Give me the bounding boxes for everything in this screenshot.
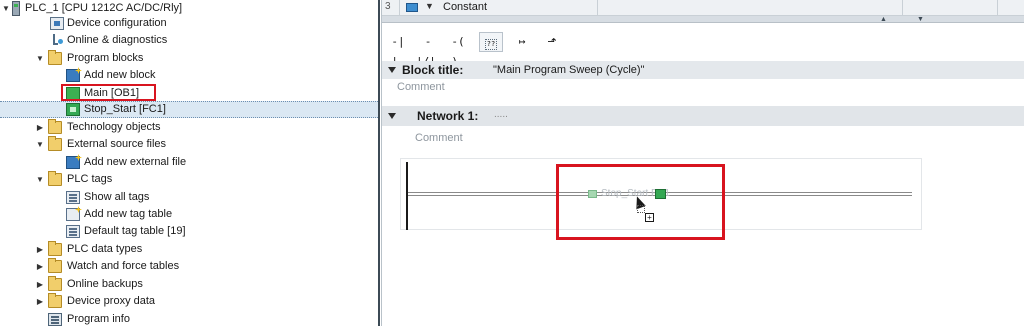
- tree-item-online-diagnostics[interactable]: Online & diagnostics: [0, 32, 378, 49]
- power-rail: [406, 162, 408, 230]
- tree-item-watch-force-tables[interactable]: ▶ Watch and force tables: [0, 258, 378, 275]
- tree-item-device-proxy-data[interactable]: ▶ Device proxy data: [0, 293, 378, 310]
- column-divider: [997, 0, 998, 16]
- pane-divider[interactable]: [378, 0, 380, 326]
- normally-closed-contact-button[interactable]: -|/|-: [416, 32, 443, 68]
- splitter-arrow-icon[interactable]: ▼: [917, 16, 924, 23]
- interface-section-label: Constant: [443, 1, 488, 13]
- interface-section-icon: [406, 3, 418, 12]
- collapse-triangle-icon[interactable]: [388, 67, 396, 73]
- tree-item-label: PLC data types: [67, 243, 143, 255]
- project-tree: ▼ PLC_1 [CPU 1212C AC/DC/Rly] Device con…: [0, 0, 378, 326]
- collapse-triangle-icon[interactable]: ▼: [35, 171, 45, 188]
- plc-icon: [12, 1, 20, 16]
- device-config-icon: [50, 17, 64, 30]
- expand-triangle-icon[interactable]: ▶: [35, 241, 45, 258]
- tree-item-label: Stop_Start [FC1]: [84, 103, 166, 115]
- empty-box-icon: ??: [484, 39, 498, 50]
- tree-item-external-source-files[interactable]: ▼ External source files: [0, 136, 378, 153]
- network-label: Network 1:: [417, 109, 479, 123]
- column-divider: [902, 0, 903, 16]
- ladder-toolbar: -| |- -|/|- -( )- ?? ↦ ⬏: [382, 23, 1024, 68]
- open-branch-button[interactable]: ↦: [510, 32, 534, 52]
- drag-copy-plus-icon: +: [645, 213, 654, 222]
- empty-box-button[interactable]: ??: [479, 32, 503, 52]
- expand-triangle-icon[interactable]: ▶: [35, 258, 45, 275]
- tree-item-label: Default tag table [19]: [84, 225, 186, 237]
- tree-item-main-ob1[interactable]: Main [OB1]: [0, 85, 378, 102]
- expand-dropdown-icon[interactable]: ▼: [425, 1, 434, 11]
- tree-item-program-blocks[interactable]: ▼ Program blocks: [0, 50, 378, 67]
- tree-item-plc-data-types[interactable]: ▶ PLC data types: [0, 241, 378, 258]
- tree-item-plc-tags[interactable]: ▼ PLC tags: [0, 171, 378, 188]
- diagnostics-icon: [50, 34, 64, 47]
- network-title-field[interactable]: .....: [494, 109, 508, 120]
- folder-icon: [48, 119, 62, 134]
- network-1-header[interactable]: Network 1: .....: [382, 106, 1024, 126]
- tree-item-stop-start-fc1[interactable]: Stop_Start [FC1]: [0, 101, 378, 118]
- tree-item-label: Technology objects: [67, 121, 161, 133]
- program-info-icon: [48, 313, 62, 326]
- tree-item-add-new-tag-table[interactable]: Add new tag table: [0, 206, 378, 223]
- collapse-triangle-icon[interactable]: ▼: [35, 136, 45, 153]
- column-divider: [399, 0, 400, 16]
- tree-item-default-tag-table[interactable]: Default tag table [19]: [0, 223, 378, 240]
- splitter-arrow-icon[interactable]: ▲: [880, 16, 887, 23]
- column-divider: [597, 0, 598, 16]
- expand-triangle-icon[interactable]: ▶: [35, 119, 45, 136]
- tree-item-label: Add new tag table: [84, 208, 173, 220]
- tree-item-add-new-block[interactable]: Add new block: [0, 67, 378, 84]
- tree-item-label: Device proxy data: [67, 295, 156, 307]
- folder-icon: [48, 258, 62, 273]
- interface-row-number: 3: [385, 1, 391, 12]
- folder-icon: [48, 276, 62, 291]
- tree-item-label: Device configuration: [67, 17, 167, 29]
- folder-icon: [48, 171, 62, 186]
- tree-item-label: Online & diagnostics: [67, 34, 168, 46]
- tree-item-label: Program info: [67, 313, 130, 325]
- interface-splitter[interactable]: ▲ ▼: [382, 16, 1024, 23]
- tree-item-label: Online backups: [67, 278, 143, 290]
- block-comment-field[interactable]: Comment: [397, 81, 445, 93]
- folder-icon: [48, 50, 62, 65]
- ladder-editor: 3 ▼ Constant ▲ ▼ -| |- -|/|- -( )- ?? ↦ …: [382, 0, 1024, 326]
- drag-copy-outline-icon: [637, 205, 645, 213]
- tree-item-technology-objects[interactable]: ▶ Technology objects: [0, 119, 378, 136]
- tags-icon: [66, 191, 80, 204]
- tree-item-label: PLC tags: [67, 173, 113, 185]
- tag-table-icon: [66, 225, 80, 238]
- block-title-header[interactable]: Block title: "Main Program Sweep (Cycle)…: [382, 61, 1024, 79]
- add-block-icon: [66, 69, 80, 82]
- block-title-label: Block title:: [402, 63, 464, 77]
- tree-item-label: Program blocks: [67, 52, 144, 64]
- collapse-triangle-icon[interactable]: ▼: [35, 50, 45, 67]
- interface-row-constant[interactable]: 3 ▼ Constant: [382, 0, 1024, 16]
- block-title-value[interactable]: "Main Program Sweep (Cycle)": [493, 64, 644, 76]
- tree-item-label: Add new external file: [84, 156, 187, 168]
- tree-item-label: Watch and force tables: [67, 260, 180, 272]
- tree-item-label: External source files: [67, 138, 167, 150]
- tree-item-device-configuration[interactable]: Device configuration: [0, 15, 378, 32]
- expand-triangle-icon[interactable]: ▶: [35, 276, 45, 293]
- add-tag-table-icon: [66, 208, 80, 221]
- network-comment-field[interactable]: Comment: [415, 132, 463, 144]
- add-file-icon: [66, 156, 80, 169]
- folder-icon: [48, 241, 62, 256]
- tree-item-online-backups[interactable]: ▶ Online backups: [0, 276, 378, 293]
- tree-item-show-all-tags[interactable]: Show all tags: [0, 189, 378, 206]
- folder-icon: [48, 136, 62, 151]
- highlight-box-main-ob1: [61, 84, 156, 101]
- collapse-triangle-icon[interactable]: [388, 113, 396, 119]
- tree-item-add-new-external-file[interactable]: Add new external file: [0, 154, 378, 171]
- tree-item-label: Add new block: [84, 69, 156, 81]
- fc-block-icon: [66, 103, 80, 116]
- normally-open-contact-button[interactable]: -| |-: [386, 32, 410, 68]
- tree-item-program-info[interactable]: Program info: [0, 311, 378, 326]
- folder-icon: [48, 293, 62, 308]
- coil-button[interactable]: -( )-: [446, 32, 470, 68]
- expand-triangle-icon[interactable]: ▶: [35, 293, 45, 310]
- close-branch-button[interactable]: ⬏: [540, 32, 564, 52]
- tree-item-label: Show all tags: [84, 191, 150, 203]
